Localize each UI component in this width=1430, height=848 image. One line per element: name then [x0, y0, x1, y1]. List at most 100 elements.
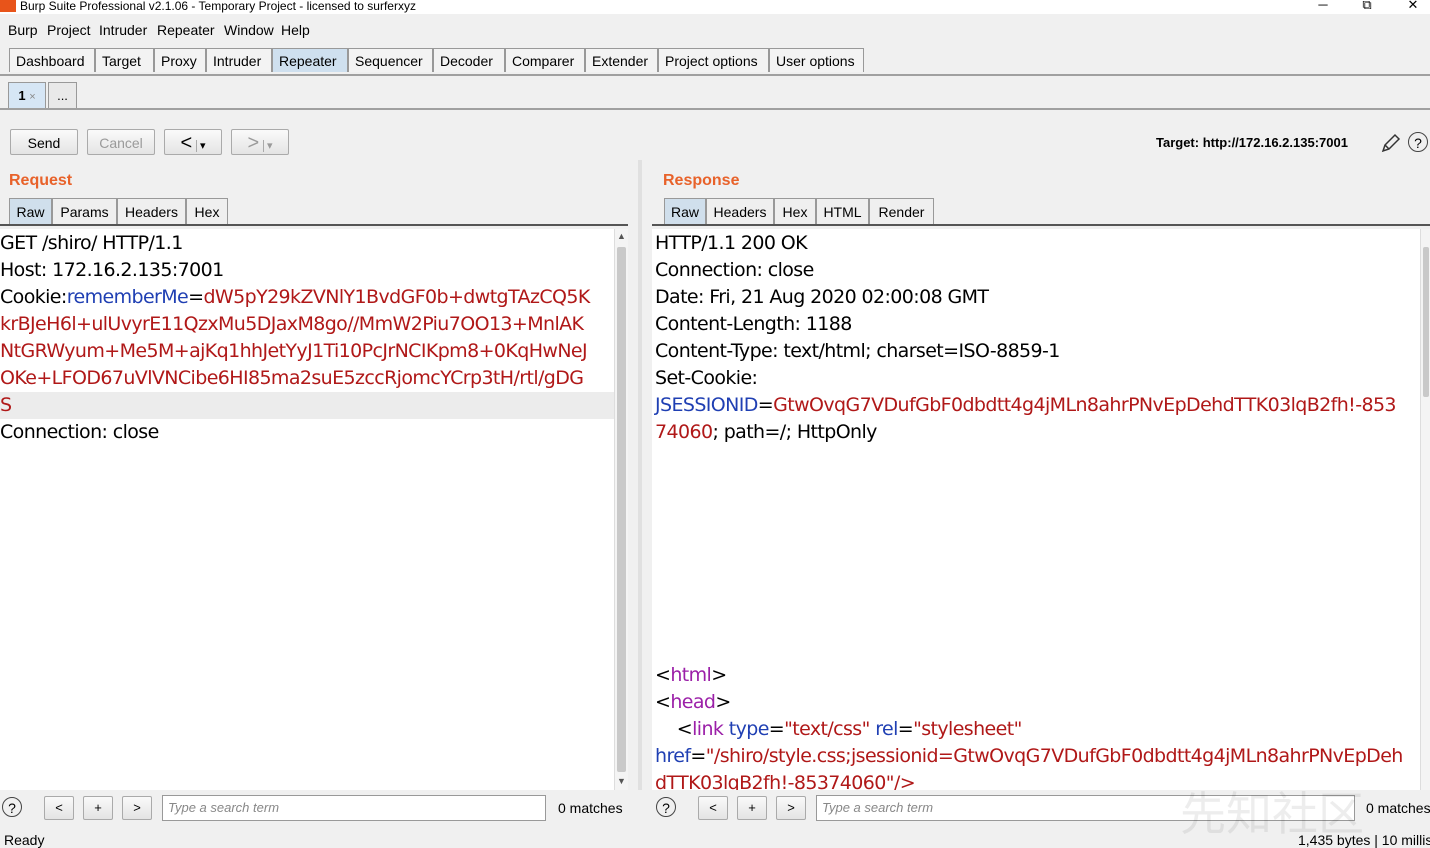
- forward-button[interactable]: > ▾: [231, 129, 289, 155]
- response-tab-raw[interactable]: Raw: [664, 198, 706, 224]
- attr-value: "stylesheet": [913, 718, 1022, 740]
- request-scrollbar[interactable]: ▲ ▼: [614, 229, 628, 790]
- response-tab-render[interactable]: Render: [869, 198, 934, 224]
- tab-dashboard[interactable]: Dashboard: [9, 48, 95, 72]
- request-search-next-button[interactable]: >: [122, 796, 152, 820]
- back-dropdown-icon[interactable]: ▾: [196, 140, 206, 152]
- request-tab-raw[interactable]: Raw: [9, 198, 52, 224]
- cookie-value-line: NtGRWyum+Me5M+ajKq1hhJetYyJ1Ti10PcJrNCIK…: [0, 340, 588, 362]
- attr-name: rel: [875, 718, 898, 740]
- cookie-value-line-current: S: [0, 392, 614, 419]
- status-ready: Ready: [4, 832, 45, 848]
- tab-target[interactable]: Target: [95, 48, 154, 72]
- request-line: Connection: close: [0, 421, 159, 443]
- tab-proxy[interactable]: Proxy: [154, 48, 206, 72]
- pane-splitter[interactable]: [638, 160, 642, 790]
- tab-extender[interactable]: Extender: [585, 48, 658, 72]
- response-line: Connection: close: [655, 259, 814, 281]
- request-search-add-button[interactable]: +: [83, 796, 113, 820]
- minimize-button[interactable]: ─: [1308, 0, 1338, 13]
- tab-project-options[interactable]: Project options: [658, 48, 769, 72]
- response-search-add-button[interactable]: +: [737, 796, 767, 820]
- response-match-count: 0 matches: [1366, 800, 1430, 816]
- repeater-tab-1[interactable]: 1 ×: [8, 82, 46, 108]
- response-scrollbar[interactable]: [1420, 229, 1430, 790]
- response-tab-headers[interactable]: Headers: [706, 198, 774, 224]
- tab-sequencer[interactable]: Sequencer: [348, 48, 433, 72]
- menu-burp[interactable]: Burp: [8, 22, 38, 38]
- response-search-help-icon[interactable]: ?: [656, 797, 676, 817]
- session-cookie-value: 74060: [655, 421, 713, 443]
- repeater-tab-label: 1: [18, 88, 26, 103]
- response-title: Response: [663, 172, 740, 189]
- repeater-tab-more[interactable]: ...: [48, 82, 77, 108]
- main-tab-bar: Dashboard Target Proxy Intruder Repeater…: [0, 46, 1430, 74]
- attr-name: href: [655, 745, 691, 767]
- response-scroll-thumb[interactable]: [1423, 247, 1429, 397]
- session-cookie-eq: =: [757, 394, 774, 416]
- menu-repeater[interactable]: Repeater: [157, 22, 215, 38]
- request-tab-params[interactable]: Params: [52, 198, 117, 224]
- request-line: Host: 172.16.2.135:7001: [0, 259, 224, 281]
- back-arrow-icon: <: [180, 132, 193, 154]
- request-search-input[interactable]: Type a search term: [162, 795, 546, 821]
- head-tag: head: [670, 691, 716, 713]
- restore-button[interactable]: ⧉: [1352, 0, 1382, 13]
- close-tab-icon[interactable]: ×: [29, 91, 35, 103]
- cookie-value-line: OKe+LFOD67uVlVNCibe6HI85ma2suE5zccRjomcY…: [0, 367, 584, 389]
- send-button[interactable]: Send: [10, 129, 78, 155]
- tab-comparer[interactable]: Comparer: [505, 48, 585, 72]
- request-tab-divider: [0, 224, 628, 226]
- menu-help[interactable]: Help: [281, 22, 310, 38]
- response-tab-divider: [652, 224, 1430, 226]
- cancel-button[interactable]: Cancel: [87, 129, 155, 155]
- menu-window[interactable]: Window: [224, 22, 274, 38]
- request-search-prev-button[interactable]: <: [44, 796, 74, 820]
- cookie-attributes: ; path=/; HttpOnly: [712, 421, 877, 443]
- request-match-count: 0 matches: [558, 800, 623, 816]
- header-key: Cookie:: [0, 286, 67, 308]
- response-search-prev-button[interactable]: <: [698, 796, 728, 820]
- request-line: Cookie:rememberMe=dW5pY29kZVNlY1BvdGF0b+…: [0, 284, 590, 311]
- edit-target-pencil-icon[interactable]: [1380, 132, 1402, 154]
- menu-intruder[interactable]: Intruder: [99, 22, 147, 38]
- main-tab-divider: [0, 74, 1430, 76]
- forward-dropdown-icon[interactable]: ▾: [263, 140, 273, 152]
- attr-value: "text/css": [784, 718, 870, 740]
- link-tag: link: [692, 718, 724, 740]
- tab-repeater[interactable]: Repeater: [272, 48, 348, 72]
- response-line: Content-Type: text/html; charset=ISO-885…: [655, 340, 1060, 362]
- scroll-up-icon[interactable]: ▲: [617, 231, 626, 241]
- scroll-down-icon[interactable]: ▼: [617, 776, 626, 786]
- response-line: Date: Fri, 21 Aug 2020 02:00:08 GMT: [655, 286, 989, 308]
- response-line: JSESSIONID=GtwOvqG7VDufGbF0dbdtt4g4jMLn8…: [655, 392, 1397, 419]
- close-window-button[interactable]: ✕: [1398, 0, 1428, 13]
- repeater-tab-divider: [0, 108, 1430, 110]
- back-button[interactable]: < ▾: [164, 129, 222, 155]
- request-search-help-icon[interactable]: ?: [2, 797, 22, 817]
- response-search-next-button[interactable]: >: [776, 796, 806, 820]
- html-line: href="/shiro/style.css;jsessionid=GtwOvq…: [655, 745, 1403, 767]
- response-tab-hex[interactable]: Hex: [774, 198, 816, 224]
- tab-decoder[interactable]: Decoder: [433, 48, 505, 72]
- response-tab-html[interactable]: HTML: [816, 198, 869, 224]
- cookie-name: rememberMe: [66, 286, 189, 308]
- target-help-icon[interactable]: ?: [1408, 132, 1428, 152]
- cookie-value-line: krBJeH6l+ulUvyrE11QzxMu5DJaxM8go//MmW2Pi…: [0, 313, 584, 335]
- tab-user-options[interactable]: User options: [769, 48, 864, 72]
- burp-logo-icon: [0, 0, 16, 12]
- response-line: Content-Length: 1188: [655, 313, 852, 335]
- response-editor[interactable]: HTTP/1.1 200 OK Connection: close Date: …: [652, 229, 1420, 790]
- html-tag: html: [670, 664, 712, 686]
- request-tab-headers[interactable]: Headers: [117, 198, 186, 224]
- request-editor[interactable]: GET /shiro/ HTTP/1.1 Host: 172.16.2.135:…: [0, 229, 614, 790]
- session-cookie-value: GtwOvqG7VDufGbF0dbdtt4g4jMLn8ahrPNvEpDeh…: [773, 394, 1396, 416]
- menu-bar: Burp Project Intruder Repeater Window He…: [0, 18, 1430, 42]
- window-title-bar: Burp Suite Professional v2.1.06 - Tempor…: [0, 0, 1430, 14]
- tab-intruder[interactable]: Intruder: [206, 48, 272, 72]
- menu-project[interactable]: Project: [47, 22, 91, 38]
- forward-arrow-icon: >: [247, 132, 260, 154]
- request-scroll-thumb[interactable]: [617, 247, 626, 772]
- request-line: GET /shiro/ HTTP/1.1: [0, 232, 183, 254]
- request-tab-hex[interactable]: Hex: [186, 198, 228, 224]
